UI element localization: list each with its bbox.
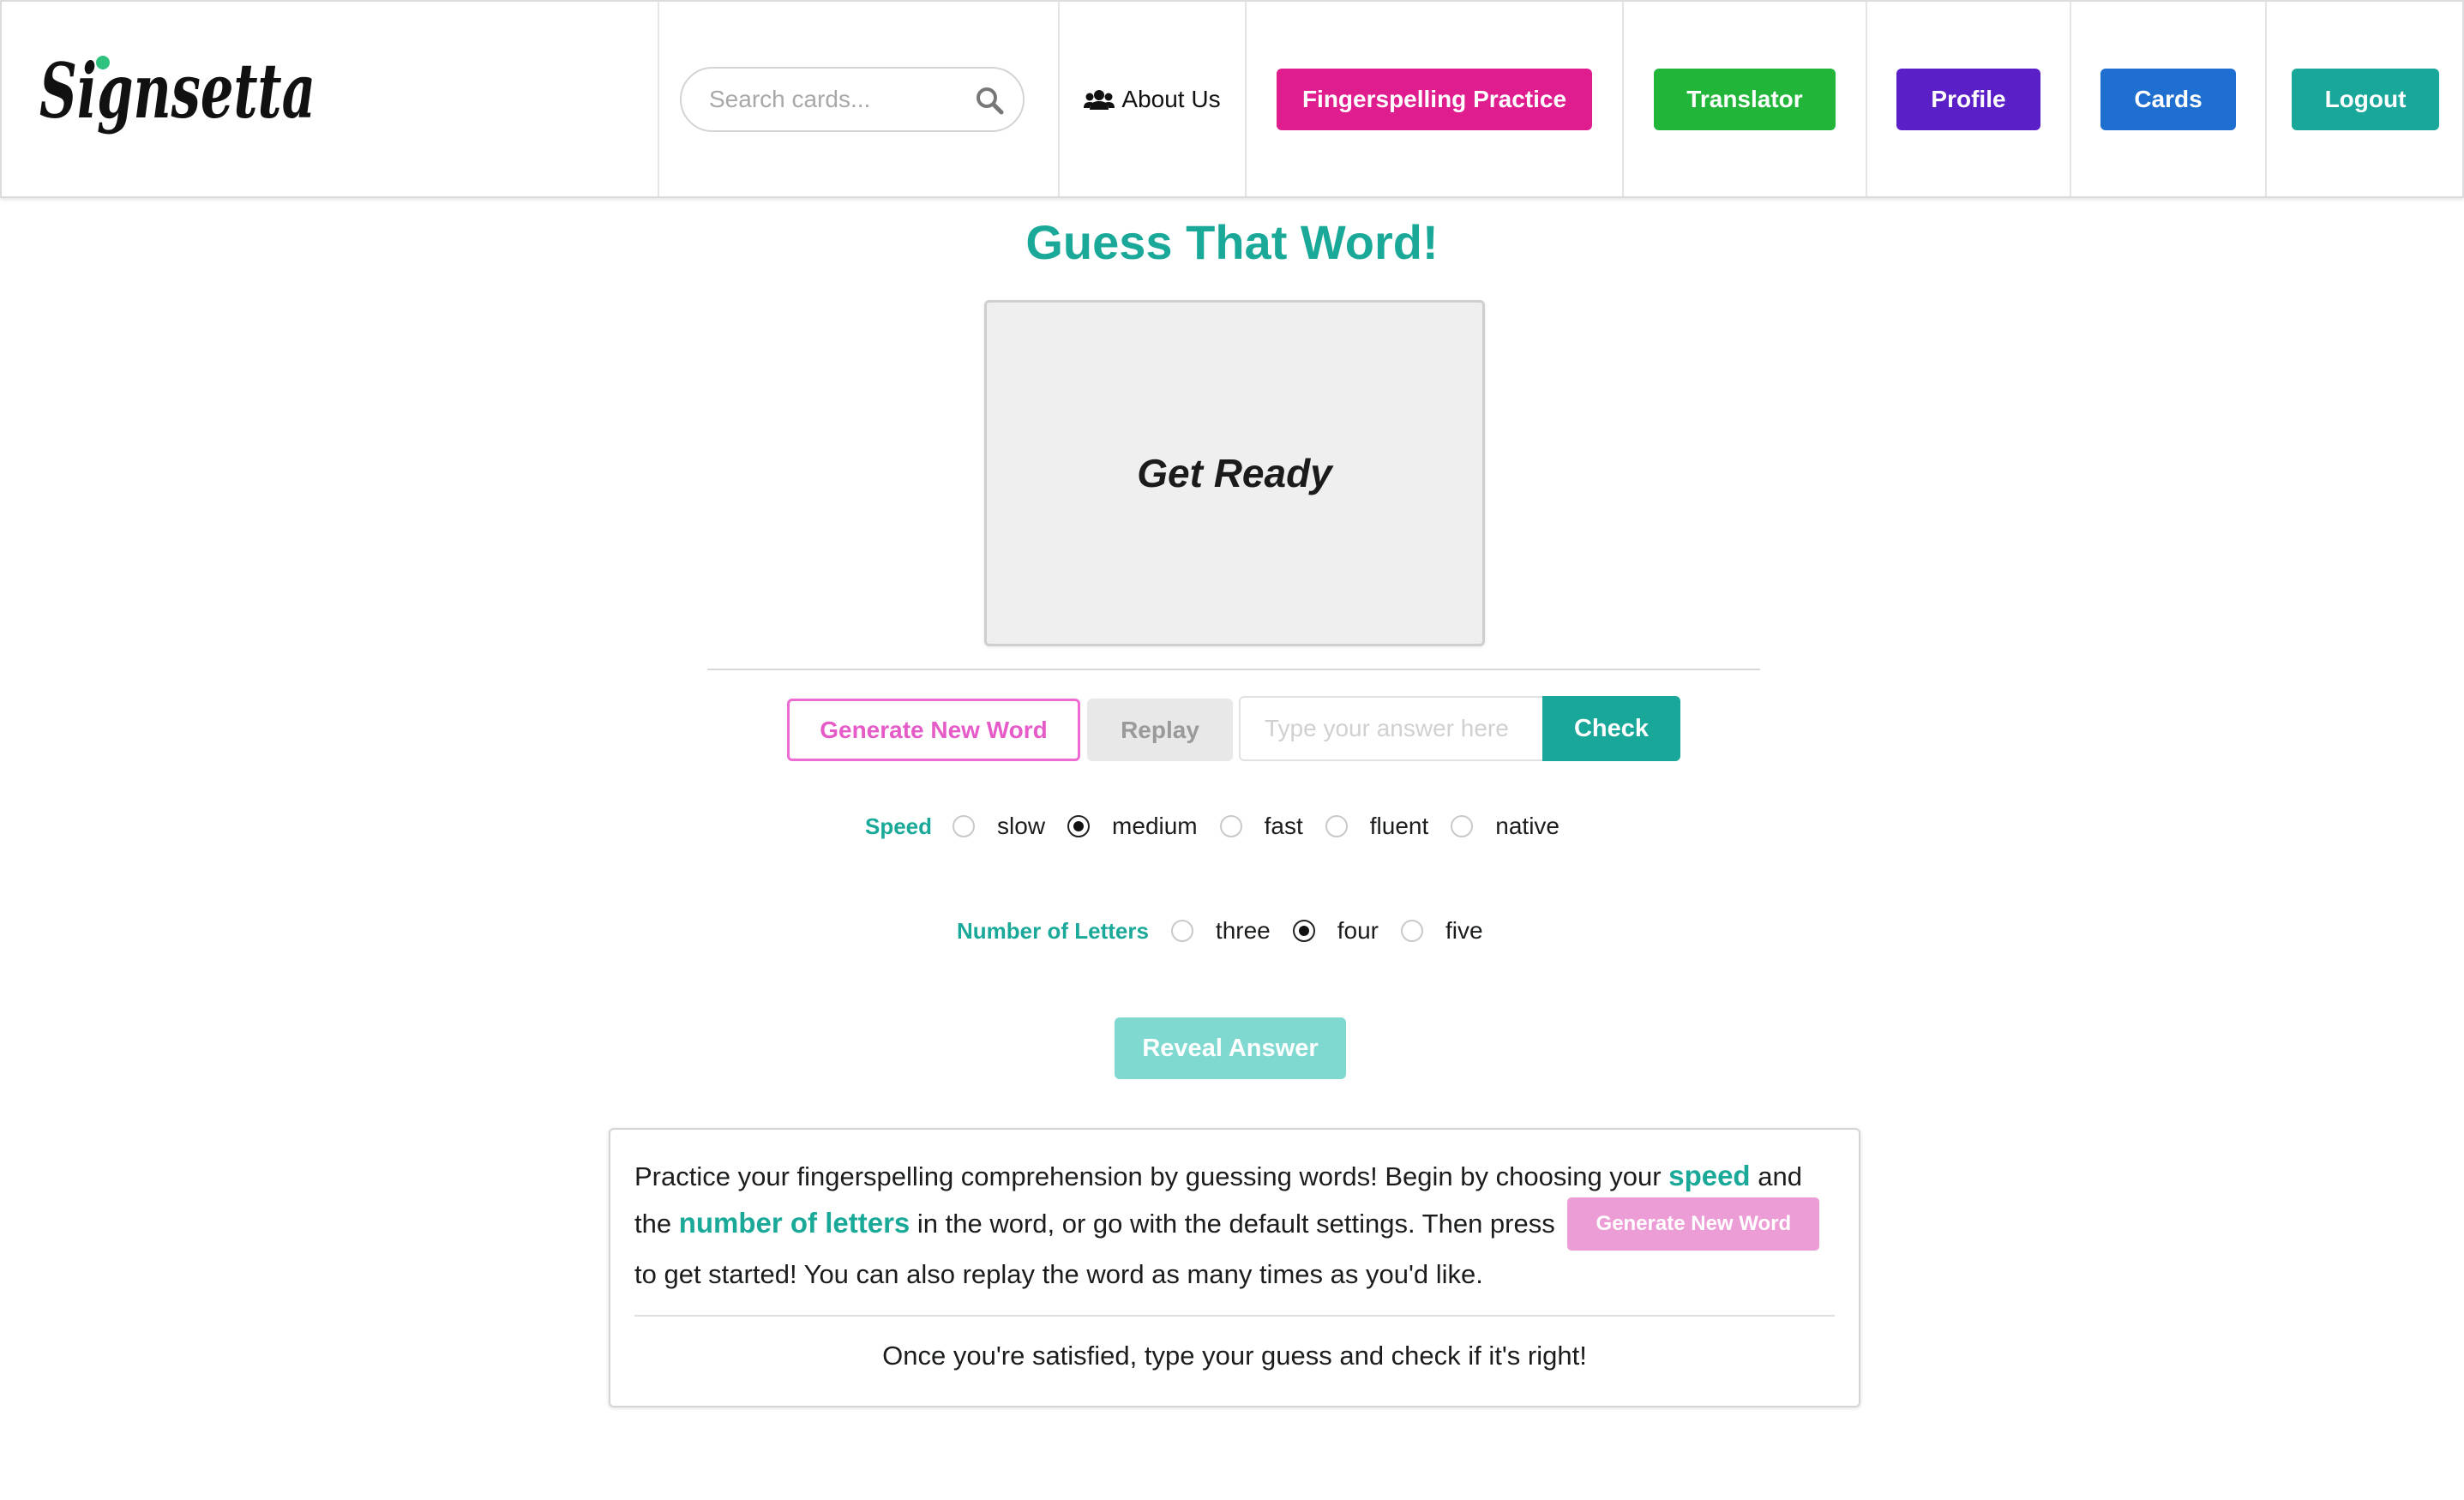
speed-option-fluent[interactable]: fluent xyxy=(1325,813,1429,840)
nav-cell-fingerspelling: Fingerspelling Practice xyxy=(1247,2,1622,196)
speed-option-medium[interactable]: medium xyxy=(1067,813,1198,840)
instructions-text: Practice your fingerspelling comprehensi… xyxy=(634,1154,1843,1297)
about-us-link[interactable]: About Us xyxy=(1060,2,1245,196)
radio-button[interactable] xyxy=(1325,815,1348,837)
nav-cell-logout: Logout xyxy=(2267,2,2464,196)
speed-option-fast[interactable]: fast xyxy=(1219,813,1303,840)
nav-cell-cards: Cards xyxy=(2071,2,2265,196)
speed-option-native[interactable]: native xyxy=(1451,813,1560,840)
fingerspelling-practice-button[interactable]: Fingerspelling Practice xyxy=(1277,68,1592,130)
profile-button[interactable]: Profile xyxy=(1896,68,2040,130)
logout-button[interactable]: Logout xyxy=(2292,68,2439,130)
instructions-part: Practice your fingerspelling comprehensi… xyxy=(634,1161,1669,1191)
option-label: native xyxy=(1495,813,1560,839)
sign-display: Get Ready xyxy=(984,300,1485,646)
letters-label: Number of Letters xyxy=(957,917,1149,944)
inline-generate-button[interactable]: Generate New Word xyxy=(1567,1197,1820,1251)
letters-radio-group: Number of Letters three four five xyxy=(957,914,1483,948)
search-input[interactable] xyxy=(707,84,968,114)
logo-wordmark: Signsetta xyxy=(39,46,316,135)
radio-button[interactable] xyxy=(1219,815,1242,837)
nav-cell-translator: Translator xyxy=(1624,2,1866,196)
option-label: fluent xyxy=(1369,813,1429,839)
speed-label: Speed xyxy=(865,813,933,839)
section-divider xyxy=(707,669,1760,670)
instructions-part: in the word, or go with the default sett… xyxy=(910,1209,1563,1239)
replay-button[interactable]: Replay xyxy=(1087,699,1233,761)
card-divider xyxy=(634,1315,1835,1317)
reveal-answer-button[interactable]: Reveal Answer xyxy=(1115,1017,1346,1079)
translator-button[interactable]: Translator xyxy=(1654,68,1836,130)
letters-highlight: number of letters xyxy=(678,1207,910,1239)
option-label: five xyxy=(1445,917,1483,944)
logo-dot xyxy=(96,55,110,69)
speed-radio-group: Speed slow medium fast fluent native xyxy=(865,809,1560,843)
radio-button[interactable] xyxy=(953,815,976,837)
instructions-card: Practice your fingerspelling comprehensi… xyxy=(609,1128,1860,1407)
option-label: four xyxy=(1337,917,1379,944)
letters-option-three[interactable]: three xyxy=(1170,917,1271,945)
about-us-label: About Us xyxy=(1121,85,1221,112)
display-status-text: Get Ready xyxy=(1137,451,1332,495)
radio-button[interactable] xyxy=(1401,920,1423,942)
logo[interactable]: Signsetta xyxy=(38,0,321,191)
speed-option-slow[interactable]: slow xyxy=(953,813,1045,840)
radio-button-selected[interactable] xyxy=(1292,920,1315,942)
option-label: slow xyxy=(997,813,1046,839)
radio-button[interactable] xyxy=(1451,815,1474,837)
search-container xyxy=(659,2,1045,196)
nav-cell-profile: Profile xyxy=(1867,2,2070,196)
option-label: three xyxy=(1215,917,1271,944)
speed-highlight: speed xyxy=(1668,1160,1751,1191)
answer-input[interactable] xyxy=(1239,696,1544,761)
page-title: Guess That Word! xyxy=(1025,215,1439,269)
instructions-part: to get started! You can also replay the … xyxy=(634,1259,1483,1289)
users-icon xyxy=(1084,89,1115,110)
instructions-footer: Once you're satisfied, type your guess a… xyxy=(882,1341,1587,1371)
letters-option-five[interactable]: five xyxy=(1401,917,1483,945)
search-icon[interactable] xyxy=(975,86,1004,115)
check-button[interactable]: Check xyxy=(1542,696,1680,761)
option-label: fast xyxy=(1264,813,1303,839)
top-navbar: Signsetta About Us Fingerspelling Practi… xyxy=(0,0,2464,198)
search-box xyxy=(680,66,1025,132)
option-label: medium xyxy=(1112,813,1198,839)
cards-button[interactable]: Cards xyxy=(2100,68,2236,130)
logo-text: Signsetta xyxy=(39,46,316,135)
generate-new-word-button[interactable]: Generate New Word xyxy=(787,699,1080,761)
radio-button[interactable] xyxy=(1170,920,1193,942)
letters-option-four[interactable]: four xyxy=(1292,917,1379,945)
radio-button-selected[interactable] xyxy=(1067,815,1091,837)
